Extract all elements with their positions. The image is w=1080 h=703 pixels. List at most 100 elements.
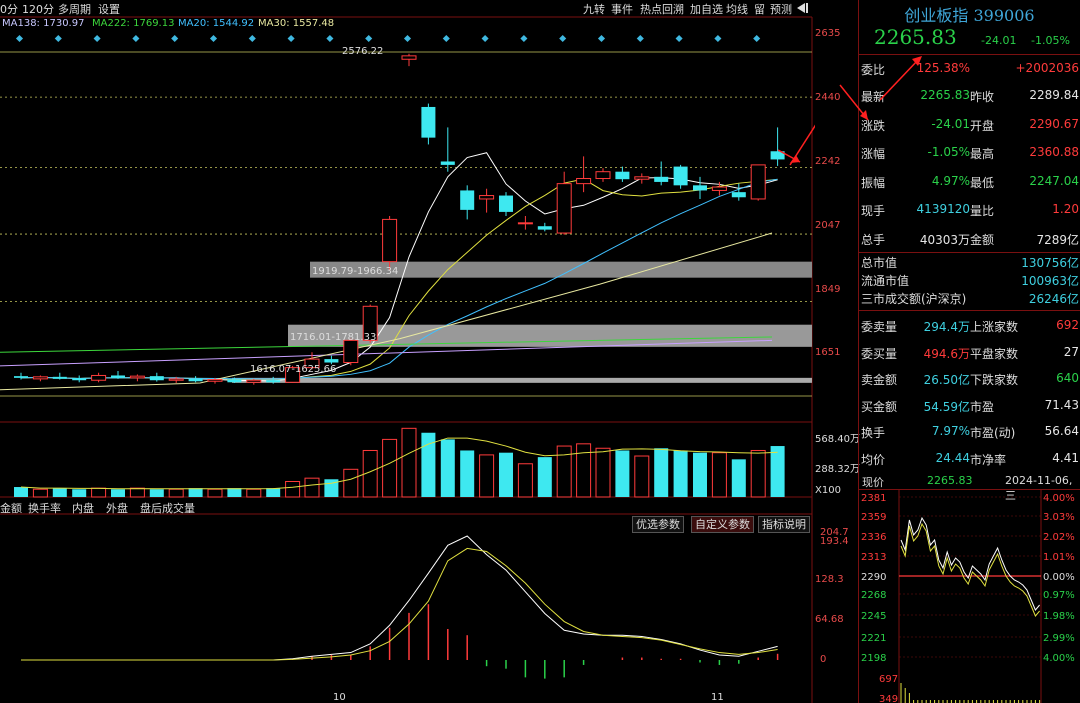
volume-bar	[207, 488, 223, 498]
quote-label: 买金额	[861, 399, 898, 414]
event-marker	[93, 34, 101, 43]
event-marker	[520, 34, 528, 43]
quote-label: 市盈	[970, 399, 995, 414]
intraday-pct-tick: 0.97%	[1043, 590, 1075, 601]
macd-tick: 0	[820, 654, 827, 665]
tab-outer[interactable]: 外盘	[106, 500, 128, 516]
candle-body	[401, 55, 417, 60]
tab-inner[interactable]: 内盘	[72, 500, 94, 516]
volume-tick: X100	[815, 485, 841, 496]
volume-bar	[266, 488, 281, 497]
candle-body	[499, 195, 513, 212]
gap-zone	[232, 377, 812, 383]
volume-bar	[440, 439, 455, 497]
intraday-header: 现价 2265.83 2024-11-06,三	[859, 470, 1080, 502]
candle-body	[537, 226, 552, 230]
volume-bar	[285, 480, 301, 498]
volume-bar	[72, 489, 87, 497]
intraday-price-tick: 2336	[861, 532, 886, 543]
event-marker	[171, 34, 179, 43]
candle-body	[111, 375, 125, 378]
candle-body	[168, 378, 184, 381]
quote-row: 卖金额 26.50亿 下跌家数 640	[859, 366, 1080, 390]
price-tick: 1849	[815, 284, 841, 295]
candle-body	[634, 176, 650, 180]
candle-body	[615, 171, 630, 180]
intraday-pct-tick: 1.01%	[1043, 552, 1075, 563]
quote-row: 总手 40303万 金额 7289亿	[859, 226, 1080, 250]
gap-annotation-3: 1616.07-1625.66	[250, 364, 337, 375]
candle-body	[91, 374, 107, 381]
custom-params-button[interactable]: 自定义参数	[691, 516, 754, 533]
quote-label: 总手	[861, 232, 886, 247]
market-value: 26246亿	[1028, 292, 1079, 306]
tab-turnover[interactable]: 换手率	[28, 500, 61, 516]
quote-value: 2290.67	[1029, 116, 1079, 131]
volume-bar	[711, 452, 727, 498]
event-marker	[326, 34, 334, 43]
quote-label: 市盈(动)	[970, 426, 1016, 440]
tab-amount[interactable]: 金额	[0, 500, 22, 516]
optimal-params-button[interactable]: 优选参数	[632, 516, 684, 533]
candle-body	[731, 192, 746, 198]
indicator-help-button[interactable]: 指标说明	[758, 516, 810, 533]
quote-row: 委买量 494.6万 平盘家数 27	[859, 340, 1080, 364]
candle-body	[149, 376, 164, 381]
intraday-price-tick: 2313	[861, 552, 886, 563]
quote-value: 4.41	[1052, 450, 1079, 465]
tab-after-hours-volume[interactable]: 盘后成交量	[140, 500, 195, 516]
quote-label: 昨收	[970, 90, 995, 104]
quote-value: 4139120	[916, 202, 970, 216]
event-marker	[675, 34, 683, 43]
intraday-chart[interactable]: 2381 2359 2336 2313 2290 2268 2245 2221 2198 4.00…	[859, 490, 1080, 703]
quote-label: 金额	[970, 232, 995, 247]
intraday-pct-tick: 3.03%	[1043, 512, 1075, 523]
date-label-10: 10	[333, 692, 346, 703]
kline-chart[interactable]	[0, 0, 815, 703]
high-annotation: 2576.22	[342, 46, 384, 57]
candle-body	[595, 171, 611, 180]
quote-value: 7.97%	[931, 424, 970, 438]
candle-body	[266, 380, 281, 383]
intraday-price-tick: 2198	[861, 653, 886, 664]
volume-bar	[304, 477, 320, 498]
quote-label: 均价	[861, 452, 886, 467]
quote-label: 平盘家数	[970, 346, 1019, 361]
market-label: 三市成交额(沪深京)	[861, 292, 967, 306]
price-tick: 1651	[815, 347, 841, 358]
macd-tick: 193.4	[820, 536, 849, 547]
quote-row: 现手 4139120 量比 1.20	[859, 197, 1080, 221]
quote-value: 54.59亿	[923, 399, 970, 414]
volume-bar	[460, 450, 475, 497]
candle-body	[14, 376, 28, 378]
intraday-price-tick: 2381	[861, 493, 886, 504]
candle-body	[479, 195, 495, 200]
volume-bar	[227, 488, 242, 497]
intraday-pct-tick: 2.02%	[1043, 532, 1075, 543]
intraday-pct-tick: 1.98%	[1043, 611, 1075, 622]
candle-body	[556, 183, 572, 234]
quote-label: 卖金额	[861, 373, 898, 387]
red-arrow	[789, 124, 815, 166]
quote-row: 委卖量 294.4万 上涨家数 692	[859, 313, 1080, 337]
quote-label: 委买量	[861, 346, 898, 361]
macd-tick: 128.3	[815, 574, 844, 585]
event-marker	[714, 34, 722, 43]
quote-label: 量比	[970, 204, 995, 218]
event-marker	[636, 34, 644, 43]
quote-label: 最低	[970, 175, 995, 190]
volume-bar	[731, 459, 746, 497]
macd-dea-line	[21, 547, 778, 661]
quote-row: 买金额 54.59亿 市盈 71.43	[859, 393, 1080, 417]
candle-body	[693, 185, 707, 191]
quote-label: 开盘	[970, 118, 995, 133]
event-marker	[248, 34, 256, 43]
volume-bar	[693, 452, 707, 497]
price-change-pct: -1.05%	[1031, 34, 1070, 47]
event-marker	[287, 34, 295, 43]
intraday-pct-tick: 0.00%	[1043, 572, 1075, 583]
volume-bar	[615, 450, 630, 497]
candle-body	[517, 222, 533, 225]
volume-tick: 288.32万	[815, 464, 860, 475]
date-label-11: 11	[711, 692, 724, 703]
